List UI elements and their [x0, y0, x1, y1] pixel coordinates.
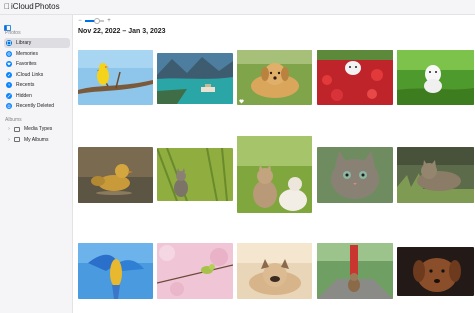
photo-thumbnail-14[interactable] [317, 243, 393, 299]
trash-icon [6, 103, 12, 109]
photo-thumbnail-7[interactable] [157, 148, 233, 201]
date-range-heading: Nov 22, 2022 – Jan 3, 2023 [78, 28, 166, 35]
sidebar-item-label: Hidden [16, 92, 32, 99]
photos-section-heading: Photos [5, 30, 21, 36]
zoom-slider-knob[interactable] [94, 18, 101, 24]
photo-thumbnail-3[interactable] [237, 50, 312, 105]
title-bar:  iCloud Photos [0, 0, 475, 15]
favorite-heart-icon [239, 99, 244, 104]
sidebar-item-library[interactable]: Library [4, 38, 70, 48]
zoom-in-button[interactable]: + [106, 17, 112, 25]
sidebar-item-hidden[interactable]: Hidden [4, 91, 70, 101]
sidebar-item-favorites[interactable]: Favorites [4, 59, 70, 69]
zoom-control: − + [77, 17, 112, 25]
sidebar: Photos Library Memories Favorites iCloud… [0, 15, 73, 313]
zoom-slider[interactable] [85, 18, 104, 24]
album-icon [14, 126, 20, 132]
sidebar-item-memories[interactable]: Memories [4, 49, 70, 59]
link-icon [6, 71, 12, 78]
sidebar-item-icloud-links[interactable]: iCloud Links [4, 70, 70, 80]
photo-thumbnail-6[interactable] [78, 147, 153, 203]
app-brand[interactable]:  iCloud Photos [4, 2, 60, 12]
eye-slash-icon [6, 92, 12, 99]
clock-icon [6, 82, 12, 88]
photo-thumbnail-5[interactable] [397, 50, 474, 105]
sidebar-toggle-icon[interactable] [4, 18, 11, 31]
chevron-right-icon[interactable]: › [6, 137, 12, 143]
sidebar-item-label: Favorites [16, 61, 37, 67]
sidebar-item-media-types[interactable]: › Media Types [4, 124, 70, 134]
photo-thumbnail-10[interactable] [397, 147, 474, 203]
sidebar-item-recently-deleted[interactable]: Recently Deleted [4, 101, 70, 111]
photo-thumbnail-4[interactable] [317, 50, 393, 105]
albums-section-heading: Albums [5, 117, 22, 123]
chevron-right-icon[interactable]: › [6, 126, 12, 132]
heart-icon [6, 61, 12, 67]
library-icon [6, 40, 12, 46]
sidebar-item-my-albums[interactable]: › My Albums [4, 135, 70, 145]
photo-thumbnail-2[interactable] [157, 53, 233, 104]
photo-thumbnail-1[interactable] [78, 50, 153, 105]
photo-thumbnail-13[interactable] [237, 243, 312, 299]
sidebar-item-label: Memories [16, 50, 38, 57]
sidebar-item-label: Library [16, 40, 32, 46]
album-icon [14, 137, 20, 142]
sidebar-item-recents[interactable]: Recents [4, 80, 70, 90]
photo-thumbnail-15[interactable] [397, 247, 474, 296]
sidebar-item-label: My Albums [24, 136, 49, 143]
apple-logo-icon:  [4, 2, 10, 12]
zoom-out-button[interactable]: − [77, 17, 83, 25]
photo-thumbnail-12[interactable] [157, 243, 233, 299]
memories-icon [6, 50, 12, 57]
brand-name: iCloud [5, 2, 34, 11]
photo-thumbnail-8[interactable] [237, 136, 312, 213]
brand-section: Photos [28, 2, 60, 11]
sidebar-item-label: Media Types [24, 126, 53, 132]
photo-thumbnail-11[interactable] [78, 243, 153, 299]
sidebar-item-label: Recently Deleted [16, 103, 55, 109]
sidebar-item-label: iCloud Links [16, 71, 44, 78]
photo-thumbnail-9[interactable] [317, 147, 393, 203]
sidebar-item-label: Recents [16, 82, 35, 88]
